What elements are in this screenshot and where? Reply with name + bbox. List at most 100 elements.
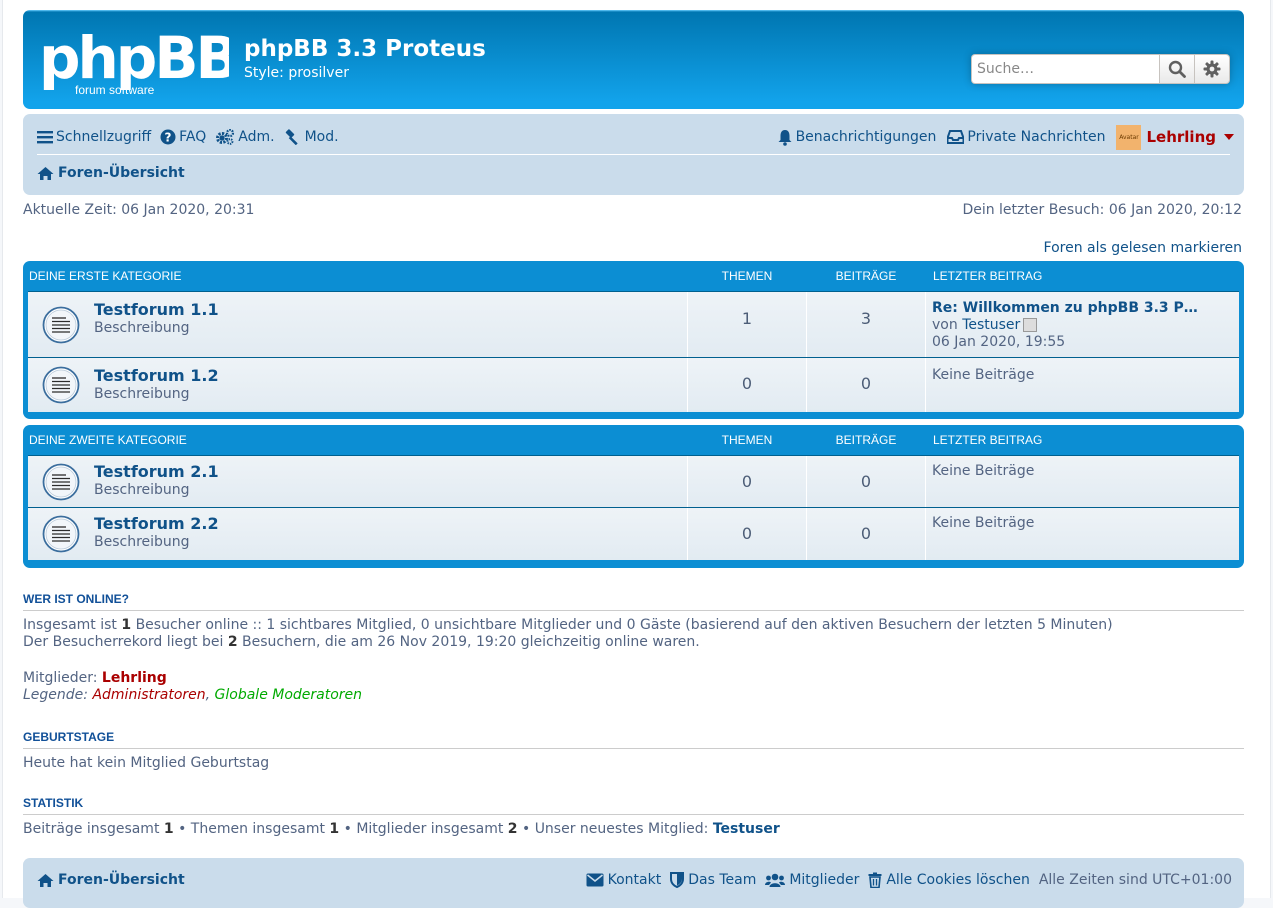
- delete-cookies-link[interactable]: Alle Cookies löschen: [868, 872, 1030, 888]
- forum-topics-count: 0: [688, 508, 807, 560]
- shield-icon: [670, 872, 685, 888]
- forum-topics-count: 0: [688, 456, 807, 507]
- svg-text:forum software: forum software: [75, 83, 155, 96]
- legend-administrators[interactable]: Administratoren: [92, 687, 205, 703]
- breadcrumb[interactable]: Foren-Übersicht: [37, 165, 185, 181]
- forum-read-icon: [42, 515, 80, 553]
- view-latest-post-icon[interactable]: [1023, 318, 1038, 332]
- quicklinks-label: Schnellzugriff: [56, 129, 152, 145]
- last-post-title[interactable]: Re: Willkommen zu phpBB 3.3 P…: [932, 300, 1198, 316]
- stat-label: • Unser neuestes Mitglied:: [517, 821, 713, 837]
- forum-row: Testforum 2.2 Beschreibung 0 0 Keine Bei…: [28, 507, 1239, 560]
- col-posts: Beiträge: [835, 433, 897, 447]
- stat-label: • Mitglieder insgesamt: [339, 821, 508, 837]
- legend-global-moderators[interactable]: Globale Moderatoren: [215, 687, 363, 703]
- online-text: Der Besucherrekord liegt bei: [23, 634, 228, 650]
- avatar-label: Avatar: [1119, 133, 1139, 141]
- category-header: Deine zweite Kategorie Themen Beiträge L…: [28, 425, 1239, 455]
- forum-posts-count: 0: [807, 508, 926, 560]
- online-member-link[interactable]: Lehrling: [102, 670, 167, 686]
- faq-link[interactable]: ? FAQ: [160, 129, 206, 145]
- forum-cell: Testforum 1.2 Beschreibung: [28, 358, 688, 412]
- footer-breadcrumb[interactable]: Foren-Übersicht: [37, 872, 185, 888]
- breadcrumb-label: Foren-Übersicht: [58, 165, 185, 181]
- avatar[interactable]: Avatar: [1116, 124, 1142, 150]
- birthdays-text: Heute hat kein Mitglied Geburtstag: [23, 755, 270, 771]
- advanced-search-button[interactable]: [1195, 54, 1230, 84]
- col-posts: Beiträge: [835, 269, 897, 283]
- members-link[interactable]: Mitglieder: [765, 872, 859, 888]
- online-text: Insgesamt ist: [23, 617, 122, 633]
- birthdays-heading: Geburtstage: [23, 730, 1244, 749]
- users-icon: [765, 873, 786, 887]
- username: Lehrling: [1146, 128, 1216, 146]
- last-post-time: 06 Jan 2020, 19:55: [932, 334, 1066, 350]
- page: phpBB forum software phpBB 3.3 Proteus S…: [2, 0, 1271, 908]
- quicklinks-menu[interactable]: Schnellzugriff: [37, 129, 151, 145]
- forum-read-icon: [42, 306, 80, 344]
- members-label: Mitglieder: [789, 872, 860, 888]
- forum-read-icon: [42, 366, 80, 404]
- forum-cell: Testforum 1.1 Beschreibung: [28, 292, 688, 357]
- phpbb-logo[interactable]: phpBB forum software: [39, 26, 229, 96]
- category-header: Deine erste Kategorie Themen Beiträge Le…: [28, 261, 1239, 291]
- forum-posts-count: 3: [807, 292, 926, 357]
- who-is-online: Wer ist online? Insgesamt ist 1 Besucher…: [23, 592, 1244, 704]
- search-button[interactable]: [1159, 54, 1195, 84]
- forum-cell: Testforum 2.1 Beschreibung: [28, 456, 688, 507]
- forum-title[interactable]: Testforum 2.1: [94, 462, 219, 481]
- forum-topics-count: 1: [688, 292, 807, 357]
- online-members: Mitglieder: Lehrling: [23, 670, 1244, 687]
- private-messages-label: Private Nachrichten: [967, 129, 1106, 145]
- online-heading[interactable]: Wer ist online?: [23, 592, 1244, 611]
- forum-posts-count: 0: [807, 358, 926, 412]
- legend: Legende: Administratoren, Globale Modera…: [23, 687, 1244, 704]
- last-post-by-prefix: von: [932, 317, 963, 333]
- statistics: Statistik Beiträge insgesamt 1 • Themen …: [23, 796, 1244, 838]
- stat-label: • Themen insgesamt: [173, 821, 330, 837]
- acp-link[interactable]: Adm.: [215, 129, 275, 145]
- bell-icon: [778, 129, 792, 146]
- team-link[interactable]: Das Team: [670, 872, 756, 888]
- contact-link[interactable]: Kontakt: [586, 872, 661, 888]
- newest-member-link[interactable]: Testuser: [713, 821, 780, 837]
- last-post-author[interactable]: Testuser: [962, 317, 1020, 333]
- col-topics: Themen: [721, 433, 773, 447]
- forum-cell: Testforum 2.2 Beschreibung: [28, 508, 688, 560]
- notifications-link[interactable]: Benachrichtigungen: [777, 129, 936, 146]
- forum-title[interactable]: Testforum 2.2: [94, 514, 219, 533]
- mark-forums-read-link[interactable]: Foren als gelesen markieren: [1044, 240, 1242, 256]
- faq-label: FAQ: [179, 129, 207, 145]
- online-line-2: Der Besucherrekord liegt bei 2 Besuchern…: [23, 634, 1244, 651]
- mcp-link[interactable]: Mod.: [284, 129, 339, 145]
- private-messages-link[interactable]: Private Nachrichten: [947, 129, 1105, 145]
- total-members: 2: [507, 821, 518, 837]
- forum-title[interactable]: Testforum 1.1: [94, 300, 219, 319]
- search-input[interactable]: [971, 54, 1159, 84]
- delete-cookies-label: Alle Cookies löschen: [886, 872, 1030, 888]
- category-title[interactable]: Deine erste Kategorie: [28, 269, 688, 283]
- online-text: Besucher online :: 1 sichtbares Mitglied…: [131, 617, 1113, 633]
- timezone-info: Alle Zeiten sind UTC+01:00: [1038, 872, 1232, 888]
- navbar: Schnellzugriff ? FAQ Adm. Mod. Benachric…: [23, 114, 1244, 195]
- legend-separator: ,: [205, 687, 215, 703]
- caret-down-icon: [1224, 134, 1234, 140]
- last-post: Keine Beiträge: [926, 508, 1239, 560]
- envelope-icon: [586, 873, 604, 887]
- navbar-divider: [37, 154, 1230, 155]
- forum-description: Beschreibung: [94, 386, 190, 402]
- forum-title[interactable]: Testforum 1.2: [94, 366, 219, 385]
- col-topics: Themen: [721, 269, 773, 283]
- acp-label: Adm.: [238, 129, 275, 145]
- user-menu[interactable]: Lehrling: [1146, 128, 1234, 146]
- last-post: Re: Willkommen zu phpBB 3.3 P… von Testu…: [926, 292, 1239, 357]
- gavel-icon: [285, 129, 298, 145]
- gears-icon: [216, 129, 235, 145]
- home-icon: [37, 873, 54, 887]
- category-title[interactable]: Deine zweite Kategorie: [28, 433, 688, 447]
- category-2: Deine zweite Kategorie Themen Beiträge L…: [23, 425, 1244, 568]
- trash-icon: [868, 872, 882, 888]
- forum-topics-count: 0: [688, 358, 807, 412]
- forum-row: Testforum 1.2 Beschreibung 0 0 Keine Bei…: [28, 357, 1239, 412]
- site-description: Style: prosilver: [244, 65, 349, 81]
